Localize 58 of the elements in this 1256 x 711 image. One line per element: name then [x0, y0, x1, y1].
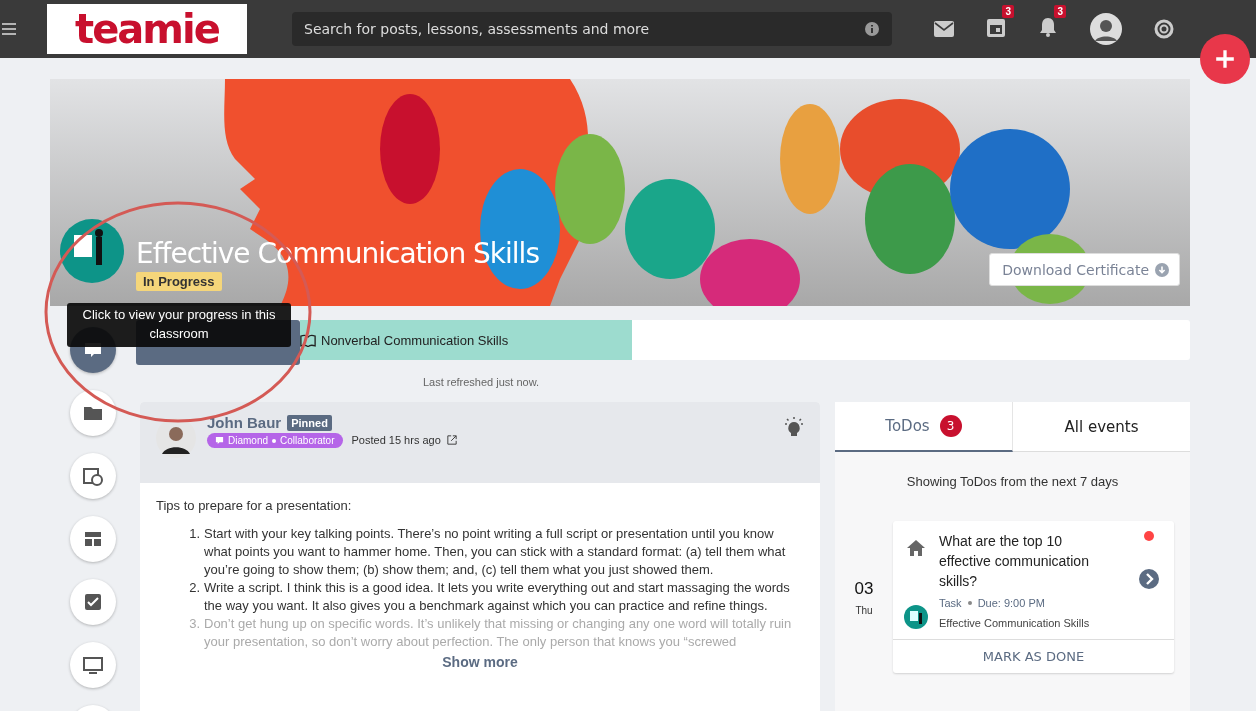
plus-icon [1214, 48, 1236, 70]
list-item: 2. Write a script. I think this is a good idea. It lets you write everything out and start massaging the words the way you want. It also gives you a benchmark against which you can practice and refine things. [188, 579, 791, 615]
mark-as-done-button[interactable]: MARK AS DONE [893, 639, 1174, 673]
info-icon[interactable] [864, 21, 880, 37]
notification-badge: 3 [1054, 5, 1066, 18]
lesson-link[interactable]: Nonverbal Communication Skills [300, 320, 632, 360]
tasks-button[interactable] [70, 579, 116, 625]
home-icon [906, 539, 926, 557]
post-intro: Tips to prepare for a presentation: [156, 497, 353, 515]
todo-title[interactable]: What are the top 10 effective communication skills? [939, 531, 1114, 591]
list-item: 1. Start with your key talking points. There’s no point writing a full script or presentation until you know what points you want to hammer home. Then, you can stick with a standard format: (a) tell them what you’re going to show them; (b) show them; and, (c) tell them what you just showed them. [188, 525, 787, 579]
tab[interactable]: ToDos 3 [835, 402, 1013, 452]
checkbox-icon [83, 592, 103, 612]
due-time: Due: 9:00 PM [977, 597, 1045, 609]
count-badge: 3 [939, 415, 962, 437]
help-icon[interactable] [1154, 19, 1174, 39]
avatar-icon[interactable] [1090, 13, 1122, 45]
role-label: Collaborator [280, 435, 335, 446]
notification-badge: 3 [1002, 5, 1014, 18]
role-label: Diamond [228, 435, 269, 446]
calendar-icon[interactable] [986, 17, 1006, 37]
course-icon [904, 605, 928, 629]
author-name[interactable]: John Baur [207, 414, 282, 431]
todo-caption: Showing ToDos from the next 7 days [905, 474, 1120, 489]
day-number: 03 [853, 578, 875, 599]
book-icon [300, 333, 316, 347]
calendar-button[interactable] [70, 453, 116, 499]
monitor-button[interactable] [70, 642, 116, 688]
chevron-right-icon[interactable] [1139, 569, 1159, 589]
todo-course: Effective Communication Skills [939, 617, 1091, 629]
menu-icon[interactable] [2, 23, 16, 35]
calendar-clock-icon [83, 466, 103, 486]
dashboard-icon [83, 529, 103, 549]
list-item: 3. Don’t get hung up on specific words. It’s unlikely that missing or changing any one word will totally ruin your presentation, so don’t worry about perfection. The only person that knows you “screwed [188, 615, 793, 651]
show-more-button[interactable]: Show more [436, 653, 524, 671]
todo-card[interactable]: What are the top 10 effective communication skills? Task Due: 9:00 PM Effective Communication Skills MARK AS DONE [893, 521, 1174, 673]
bell-icon[interactable] [1038, 17, 1058, 37]
logo[interactable]: teamie [47, 4, 247, 54]
monitor-icon [83, 655, 103, 675]
pinned-badge: Pinned [287, 414, 332, 431]
dashboard-button[interactable] [70, 516, 116, 562]
tooltip: Click to view your progress in this classroom [67, 303, 291, 347]
last-refreshed-text: Last refreshed just now. [421, 376, 541, 388]
search-field[interactable]: Search for posts, lessons, assessments and more [292, 12, 892, 46]
chat-icon [215, 436, 224, 445]
download-icon [1155, 262, 1169, 277]
todo-type: Task [939, 597, 962, 609]
folder-button[interactable] [70, 390, 116, 436]
add-button[interactable] [1200, 34, 1250, 84]
weekday: Thu [854, 604, 874, 616]
download-certificate-button[interactable]: Download Certificate [989, 253, 1180, 286]
mail-icon[interactable] [934, 19, 954, 39]
posted-time[interactable]: Posted 15 hrs ago [351, 433, 441, 446]
external-link-icon[interactable] [446, 434, 457, 445]
status-badge[interactable]: In Progress [136, 272, 222, 291]
lesson-title: Nonverbal Communication Skills [321, 332, 509, 348]
avatar-icon [156, 418, 196, 458]
course-icon [60, 219, 124, 283]
